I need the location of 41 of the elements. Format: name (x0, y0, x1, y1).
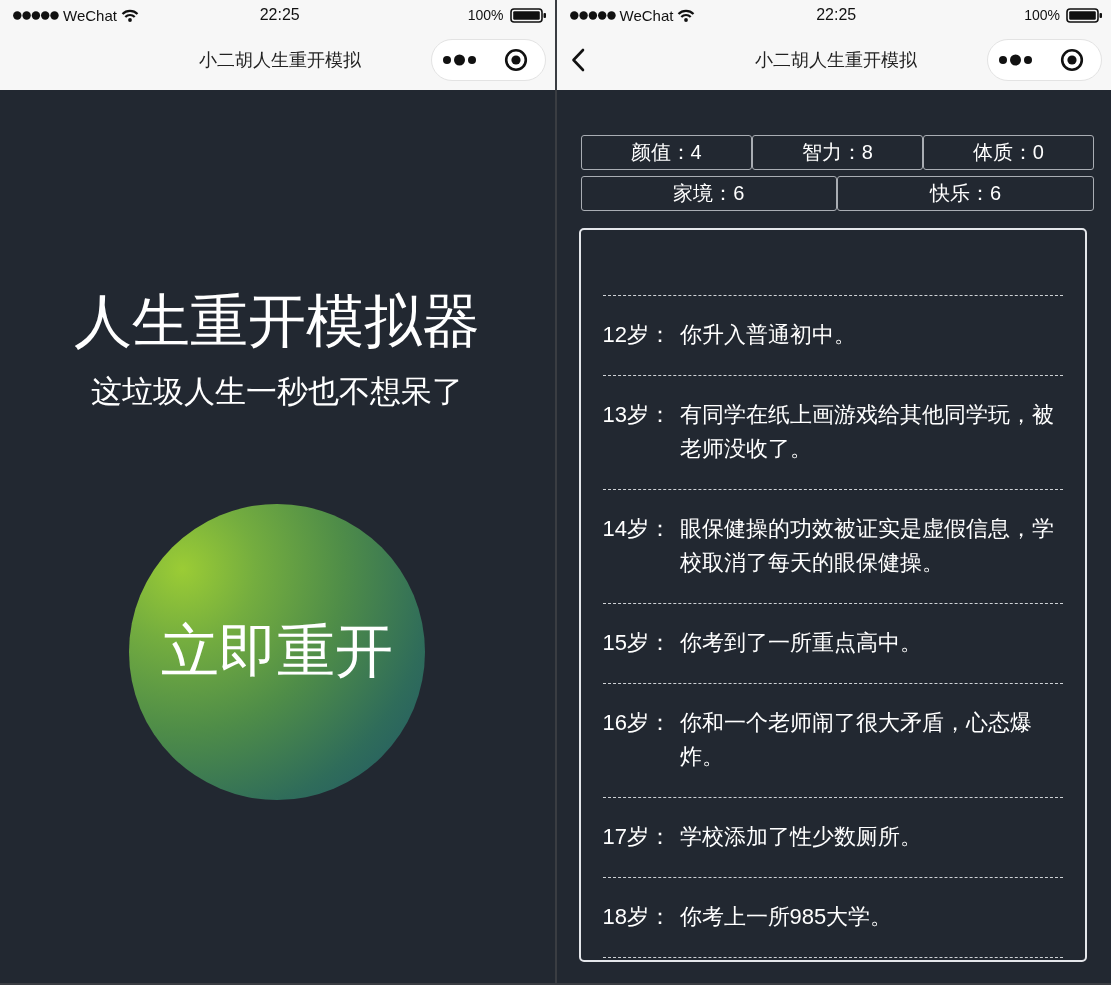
restart-button[interactable]: 立即重开 (129, 504, 426, 800)
battery-icon (1066, 7, 1103, 23)
more-icon[interactable] (999, 54, 1032, 66)
back-icon[interactable] (570, 48, 585, 72)
attribute-stat: 智力：8 (751, 135, 923, 170)
wifi-icon (677, 8, 696, 22)
event-text: 你和一个老师闹了很大矛盾，心态爆炸。 (679, 709, 1033, 771)
signal-dots-icon (13, 10, 59, 20)
attribute-stat: 快乐：6 (837, 176, 1094, 211)
age-label: 13岁： (602, 401, 672, 429)
age-label: 18岁： (602, 903, 672, 931)
attribute-stat: 体质：0 (922, 135, 1094, 170)
event-text: 你升入普通初中。 (679, 321, 857, 349)
carrier-name: WeChat (619, 6, 674, 24)
event-text: 你考到了一所重点高中。 (679, 629, 923, 657)
attribute-stat: 颜值：4 (580, 135, 752, 170)
page-title: 小二胡人生重开模拟 (198, 49, 361, 72)
page-title: 小二胡人生重开模拟 (755, 49, 918, 72)
age-label: 17岁： (602, 823, 672, 851)
event-text: 眼保健操的功效被证实是虚假信息，学校取消了每天的眼保健操。 (679, 515, 1055, 577)
carrier-name: WeChat (63, 6, 117, 24)
attribute-stat: 家境：6 (580, 176, 838, 211)
clock-time: 22:25 (816, 6, 857, 24)
target-icon[interactable] (503, 48, 528, 72)
target-icon[interactable] (1060, 48, 1084, 72)
event-text: 有同学在纸上画游戏给其他同学玩，被老师没收了。 (679, 401, 1055, 463)
battery-icon (509, 7, 547, 23)
battery-percent: 100% (1024, 7, 1060, 23)
event-text: 你考上一所985大学。 (679, 903, 894, 931)
app-slogan: 这垃圾人生一秒也不想呆了 (91, 373, 464, 410)
wifi-icon (120, 8, 139, 22)
signal-dots-icon (569, 10, 616, 20)
clock-time: 22:25 (259, 6, 300, 24)
age-label: 12岁： (602, 321, 672, 349)
battery-percent: 100% (467, 7, 504, 23)
age-label: 15岁： (602, 629, 672, 657)
more-icon[interactable] (442, 54, 476, 66)
age-label: 16岁： (602, 709, 672, 737)
event-text: 学校添加了性少数厕所。 (679, 823, 923, 851)
age-label: 14岁： (602, 515, 672, 543)
app-title: 人生重开模拟器 (74, 287, 481, 355)
